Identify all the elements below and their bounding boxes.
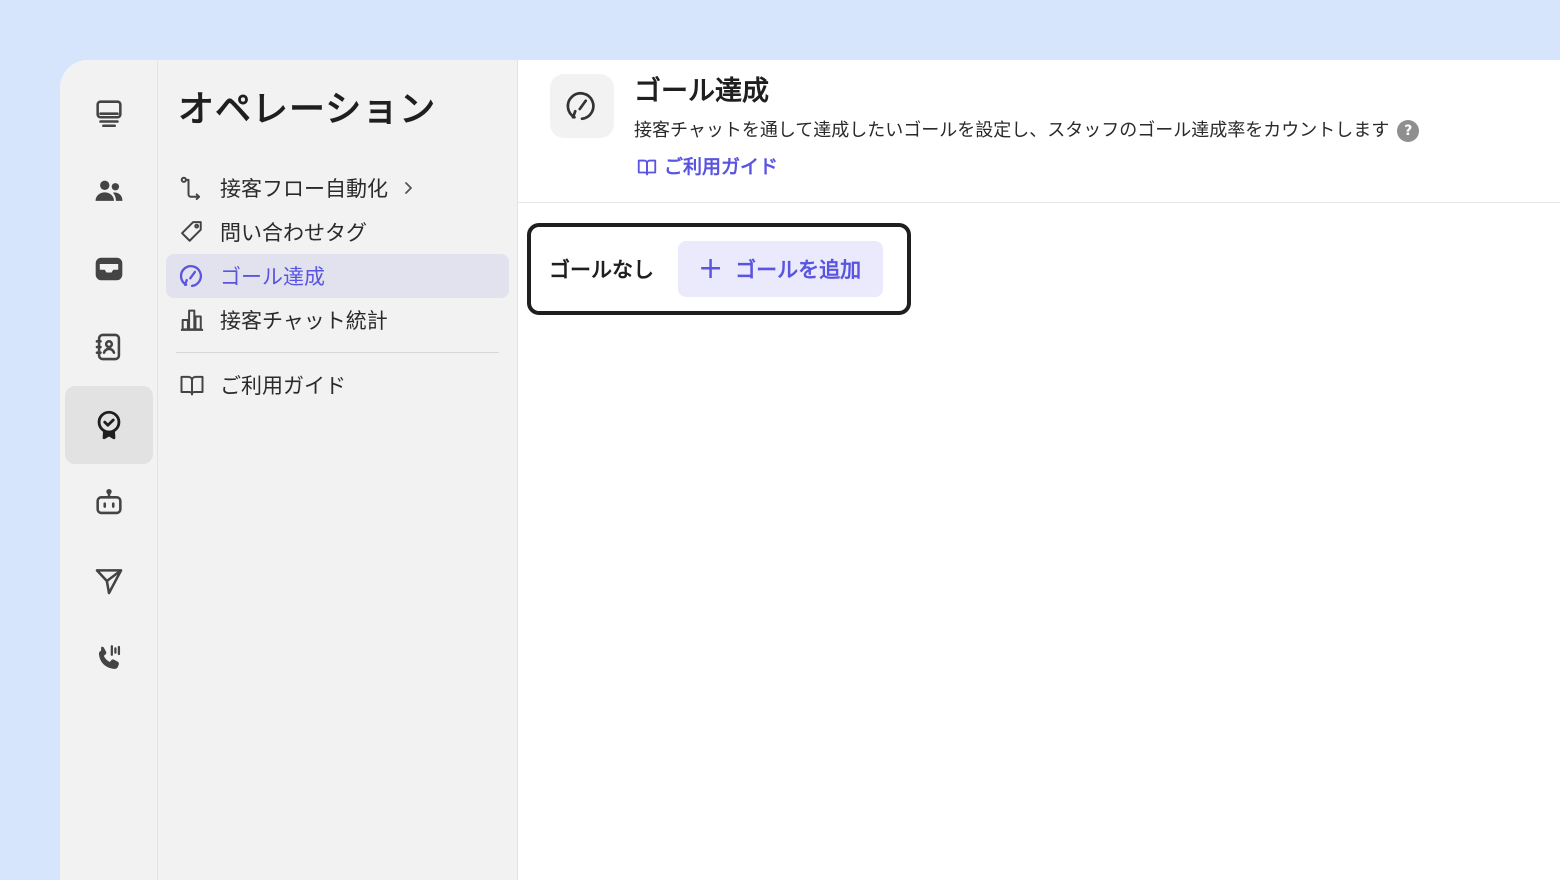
sidebar-item-label: ご利用ガイド (220, 374, 346, 398)
book-icon (180, 375, 204, 396)
rail-send[interactable] (65, 542, 153, 620)
sidebar-item-label: 問い合わせタグ (220, 221, 367, 245)
page-title: ゴール達成 (634, 76, 769, 107)
sidebar-item-label: 接客フロー自動化 (220, 177, 388, 201)
app-window: オペレーション 接客フロー自動化 問い合わせタグ ゴール達成 接客チャット統計 … (60, 60, 1560, 880)
send-icon (95, 569, 122, 595)
page-header: ゴール達成 接客チャットを通して達成したいゴールを設定し、スタッフのゴール達成率… (518, 60, 1560, 203)
user-guide-label: ご利用ガイド (664, 156, 779, 178)
user-guide-link[interactable]: ご利用ガイド (636, 154, 778, 180)
contact-icon (95, 333, 120, 361)
page-description-text: 接客チャットを通して達成したいゴールを設定し、スタッフのゴール達成率をカウントし… (634, 120, 1390, 141)
rail-bot[interactable] (65, 464, 153, 542)
sidebar-item-goal-achievement[interactable]: ゴール達成 (166, 254, 509, 298)
rail-contacts[interactable] (65, 308, 153, 386)
bot-icon (95, 488, 122, 515)
chevron-right-icon (405, 182, 412, 194)
goal-icon (179, 264, 202, 288)
sidebar-item-flow-automation[interactable]: 接客フロー自動化 (166, 166, 509, 210)
monitor-icon (95, 100, 122, 128)
sidebar-item-label: ゴール達成 (220, 265, 325, 289)
icon-rail (60, 60, 158, 880)
header-icon-tile (550, 74, 614, 138)
sidebar-divider (176, 352, 499, 353)
plus-icon: + (698, 251, 724, 286)
inbox-icon (95, 257, 122, 281)
book-icon (637, 159, 657, 176)
sidebar-title: オペレーション (178, 89, 437, 130)
rail-goals[interactable] (64, 386, 153, 464)
secondary-sidebar: オペレーション 接客フロー自動化 問い合わせタグ ゴール達成 接客チャット統計 … (158, 60, 518, 880)
sidebar-item-user-guide[interactable]: ご利用ガイド (166, 363, 509, 407)
sidebar-item-chat-stats[interactable]: 接客チャット統計 (166, 298, 509, 342)
phone-icon (98, 645, 120, 669)
badge-check-icon (97, 410, 120, 440)
goal-icon (566, 92, 595, 121)
sidebar-item-label: 接客チャット統計 (220, 309, 388, 333)
bar-chart-icon (180, 309, 204, 331)
page-description: 接客チャットを通して達成したいゴールを設定し、スタッフのゴール達成率をカウントし… (634, 118, 1420, 144)
rail-monitor[interactable] (65, 74, 153, 152)
main-content: ゴール達成 接客チャットを通して達成したいゴールを設定し、スタッフのゴール達成率… (518, 60, 1560, 880)
rail-inbox[interactable] (65, 230, 153, 308)
help-icon[interactable]: ? (1397, 120, 1420, 142)
goal-empty-state: ゴールなし + ゴールを追加 (527, 223, 911, 315)
tag-icon (181, 221, 202, 242)
add-goal-label: ゴールを追加 (735, 258, 862, 282)
rail-phone[interactable] (65, 620, 153, 698)
users-icon (95, 180, 122, 201)
no-goals-label: ゴールなし (549, 258, 654, 282)
sidebar-item-inquiry-tags[interactable]: 問い合わせタグ (166, 210, 509, 254)
rail-users[interactable] (65, 152, 153, 230)
flow-icon (180, 176, 200, 201)
add-goal-button[interactable]: + ゴールを追加 (678, 241, 884, 297)
